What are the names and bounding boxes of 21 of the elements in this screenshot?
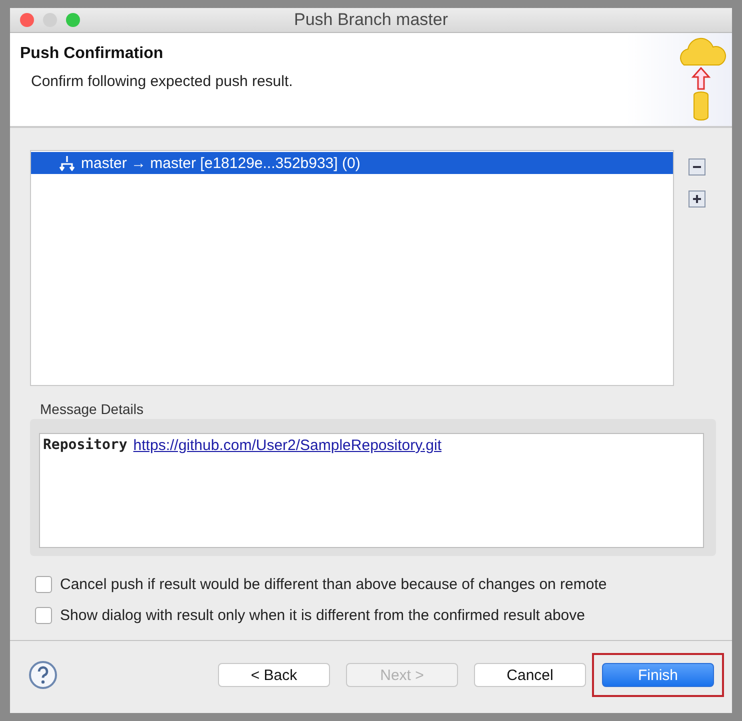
branch-label: master → master [e18129e...352b933] (0)	[81, 154, 360, 172]
zoom-button[interactable]	[66, 13, 80, 27]
wizard-button[interactable]: < Back	[218, 663, 330, 687]
window-title: Push Branch master	[294, 10, 448, 30]
close-button[interactable]	[20, 13, 34, 27]
option-label: Show dialog with result only when it is different from the confirmed result above	[60, 607, 585, 624]
wizard-button[interactable]: Cancel	[474, 663, 586, 687]
checkbox[interactable]	[35, 576, 52, 593]
help-icon[interactable]	[28, 660, 58, 690]
branch-icon	[59, 155, 75, 171]
wizard-button[interactable]: Finish	[602, 663, 714, 687]
option-label: Cancel push if result would be different than above because of changes on remote	[60, 576, 607, 593]
group-label: Message Details	[40, 401, 144, 417]
branch-item[interactable]: master → master [e18129e...352b933] (0)	[31, 152, 673, 174]
expand-all-icon[interactable]	[688, 190, 706, 208]
page-description: Confirm following expected push result.	[30, 73, 293, 90]
page-title: Push Confirmation	[20, 45, 164, 63]
repository-link[interactable]: https://github.com/User2/SampleRepository.git	[133, 437, 442, 544]
checkbox[interactable]	[35, 607, 52, 624]
collapse-all-icon[interactable]	[688, 158, 706, 176]
repository-label: Repository	[43, 437, 128, 455]
